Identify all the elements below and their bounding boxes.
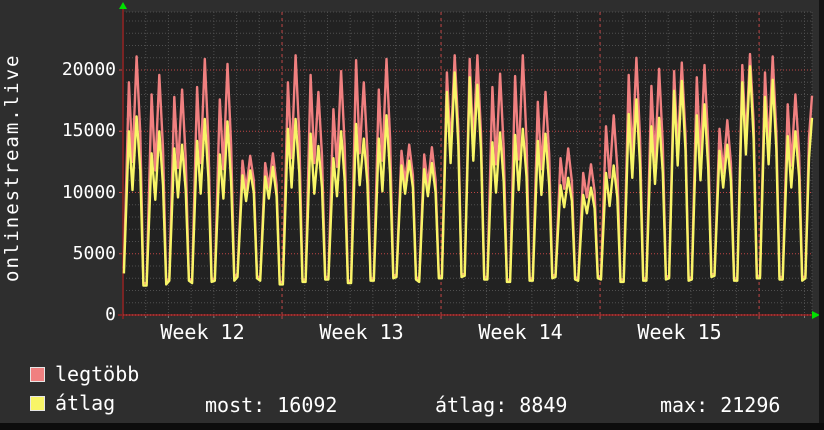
- right-edge-strip: [819, 0, 824, 430]
- y-tick-20000: 20000: [61, 59, 116, 80]
- stat-most: most: 16092: [205, 393, 338, 417]
- legend-item-atlag: átlag: [30, 391, 116, 415]
- rrd-graph: onlinestream.live 0 5000 10000 15000 20000 W…: [0, 0, 824, 430]
- stat-max: max: 21296: [660, 393, 781, 417]
- x-tick-week-12: Week 12: [160, 320, 245, 344]
- vertical-site-title: onlinestream.live: [1, 53, 23, 283]
- legend-swatch-atlag: [30, 395, 45, 411]
- axis-arrow: [119, 2, 127, 9]
- y-tick-5000: 5000: [72, 242, 116, 264]
- stat-atlag: átlag: 8849: [435, 393, 568, 417]
- legend-item-legtobb: legtöbb: [30, 362, 140, 386]
- y-tick-10000: 10000: [61, 181, 116, 203]
- x-tick-week-13: Week 13: [319, 320, 404, 344]
- x-tick-week-14: Week 14: [478, 320, 563, 344]
- y-tick-0: 0: [105, 304, 116, 325]
- y-tick-15000: 15000: [61, 120, 116, 142]
- legend-swatch-legtobb: [30, 366, 45, 382]
- bottom-edge-strip: [0, 423, 824, 430]
- legend-label-legtobb: legtöbb: [55, 362, 140, 386]
- legend-label-atlag: átlag: [55, 391, 116, 415]
- x-tick-week-15: Week 15: [637, 320, 722, 344]
